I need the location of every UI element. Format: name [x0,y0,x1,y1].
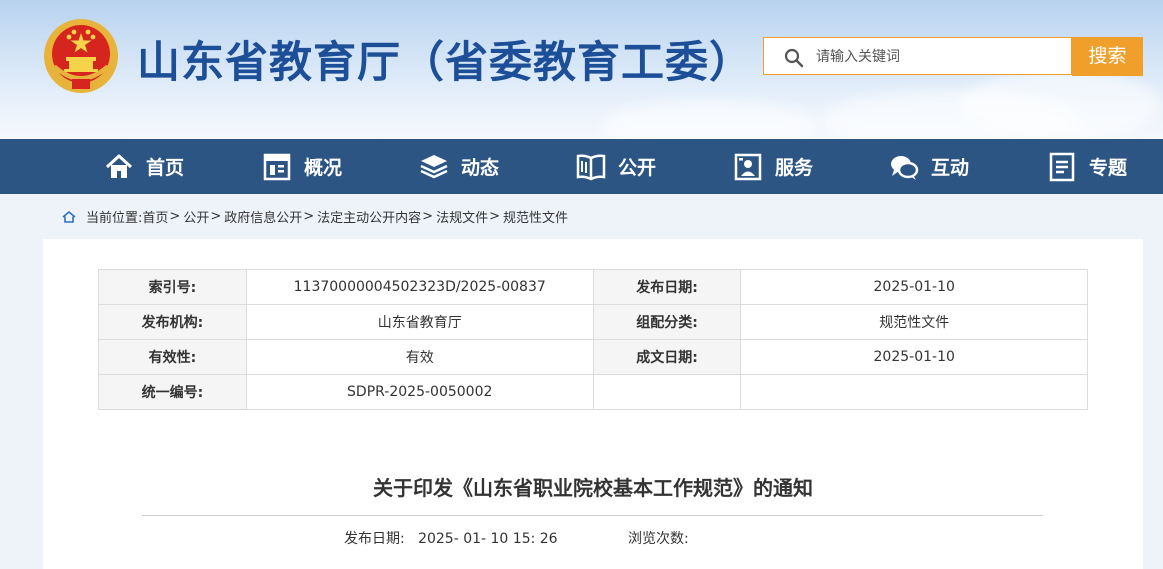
info-key: 统一编号: [98,374,247,410]
national-emblem-icon [44,19,118,93]
search-icon [784,48,804,68]
info-value: 2025-01-10 [740,269,1088,305]
nav-item-label: 专题 [1089,157,1128,179]
info-value: 2025-01-10 [740,339,1088,375]
breadcrumb-separator: > [169,209,181,224]
divider [142,515,1043,516]
search-button[interactable]: 搜索 [1072,37,1143,76]
main-nav: 首页 概况 动态 公开 服务 互动 专题 [0,139,1163,194]
breadcrumb-link-normative[interactable]: 规范性文件 [503,207,568,226]
table-row: 发布机构: 山东省教育厅 组配分类: 规范性文件 [98,304,1088,340]
breadcrumb-separator: > [422,209,434,224]
info-value [740,374,1088,410]
nav-item-label: 互动 [931,157,970,179]
book-icon [576,154,606,180]
breadcrumb: 当前位置: 首页 > 公开 > 政府信息公开 > 法定主动公开内容 > 法规文件 > 规范… [62,207,568,226]
breadcrumb-link-regulations[interactable]: 法规文件 [436,207,488,226]
site-title: 山东省教育厅（省委教育工委） [137,38,753,88]
search-box [763,37,1072,75]
article-meta: 发布日期: 2025- 01- 10 15: 26 浏览次数: [344,528,689,548]
info-value: 山东省教育厅 [245,304,594,340]
content-panel: 索引号: 11370000004502323D/2025-00837 发布日期:… [43,239,1143,569]
breadcrumb-prefix: 当前位置: [86,211,143,226]
document-icon [1049,152,1075,181]
header-cloud [960,70,1160,139]
info-key [592,374,742,410]
nav-item-label: 服务 [775,157,814,179]
breadcrumb-link-public[interactable]: 公开 [183,207,209,226]
info-value: 有效 [245,339,594,375]
nav-item-overview[interactable]: 概况 [262,139,342,194]
info-key: 有效性: [98,339,247,375]
nav-item-service[interactable]: 服务 [733,139,813,194]
service-icon [734,153,762,180]
nav-item-label: 公开 [618,157,657,179]
breadcrumb-separator: > [210,209,222,224]
nav-item-public[interactable]: 公开 [576,139,656,194]
article-title: 关于印发《山东省职业院校基本工作规范》的通知 [373,476,813,500]
breadcrumb-link-gov-info[interactable]: 政府信息公开 [224,207,302,226]
breadcrumb-separator: > [303,209,315,224]
search-input[interactable] [814,44,1058,70]
nav-item-interact[interactable]: 互动 [889,139,969,194]
breadcrumb-separator: > [489,209,500,224]
info-value: SDPR-2025-0050002 [245,374,594,410]
breadcrumb-link-statutory[interactable]: 法定主动公开内容 [317,207,421,226]
view-count-label: 浏览次数: [628,531,689,547]
chat-icon [891,155,919,180]
home-icon [62,210,76,223]
nav-item-label: 概况 [304,157,343,179]
nav-item-news[interactable]: 动态 [419,139,499,194]
nav-item-home[interactable]: 首页 [104,139,184,194]
info-key: 发布日期: [592,269,742,305]
table-row: 有效性: 有效 成文日期: 2025-01-10 [98,339,1088,375]
home-icon [105,154,133,178]
table-row: 索引号: 11370000004502323D/2025-00837 发布日期:… [98,269,1088,305]
layers-icon [420,154,448,178]
publish-date-value: 2025- 01- 10 15: 26 [418,531,558,547]
overview-icon [263,153,291,180]
nav-item-label: 首页 [146,157,185,179]
breadcrumb-link-home[interactable]: 首页 [142,207,168,226]
info-key: 组配分类: [592,304,742,340]
info-key: 成文日期: [592,339,742,375]
info-value: 11370000004502323D/2025-00837 [245,269,594,305]
info-value: 规范性文件 [740,304,1088,340]
info-key: 索引号: [98,269,247,305]
nav-item-topics[interactable]: 专题 [1047,139,1127,194]
publish-date-label: 发布日期: [344,531,405,547]
header-cloud [600,100,820,139]
site-header: 山东省教育厅（省委教育工委） 搜索 [0,0,1163,139]
nav-item-label: 动态 [461,157,500,179]
table-row: 统一编号: SDPR-2025-0050002 [98,374,1088,410]
info-key: 发布机构: [98,304,247,340]
document-info-table: 索引号: 11370000004502323D/2025-00837 发布日期:… [98,269,1088,410]
